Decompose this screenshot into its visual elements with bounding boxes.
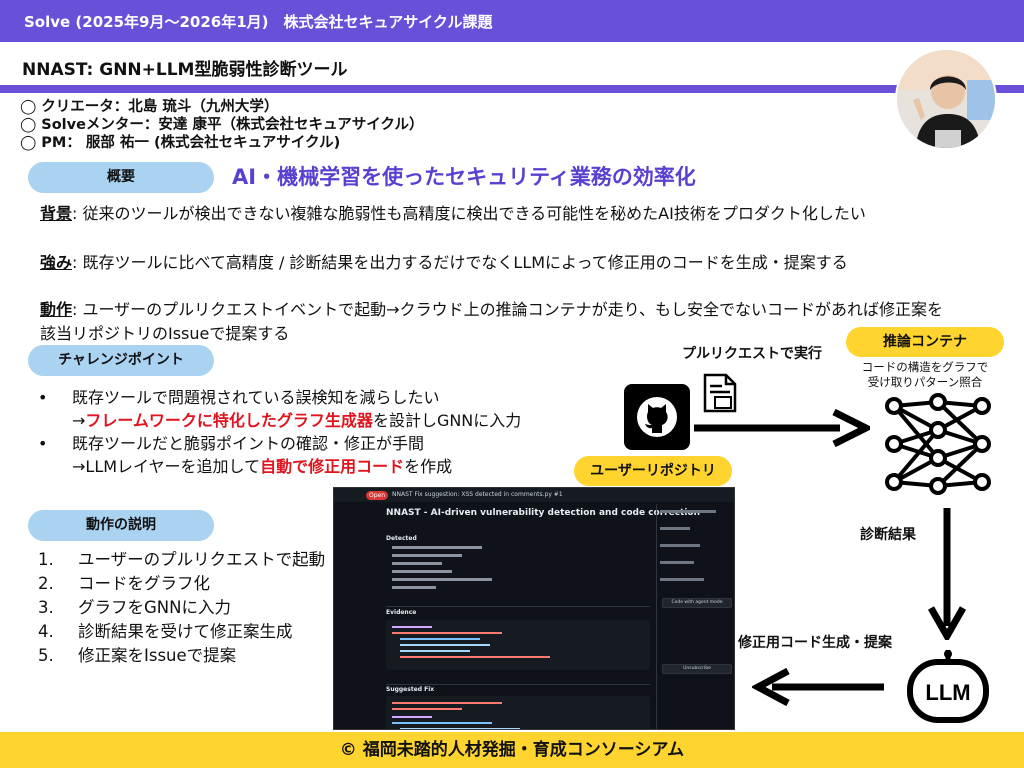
list-item: 4. 診断結果を受けて修正案生成 [38,620,325,644]
background-label: 背景 [40,204,73,223]
arrow-down [927,508,967,644]
list-item: →LLMレイヤーを追加して自動で修正用コードを作成 [38,455,521,478]
credit-creator: ◯ クリエータ：北島 琉斗（九州大学） [20,99,279,115]
program-title: Solve (2025年9月～2026年1月) 株式会社セキュアサイクル課題 [24,13,493,31]
issue-status-badge: Open [366,491,388,500]
action-text-1: : ユーザーのプルリクエストイベントで起動→クラウド上の推論コンテナが走り、もし… [72,300,943,319]
title-bar: NNAST: GNN+LLM型脆弱性診断ツール [0,45,1024,93]
credits: ◯ クリエータ：北島 琉斗（九州大学） ◯ Solveメンター：安達 康平（株式… [20,98,423,152]
pr-trigger-label: プルリクエストで実行 [682,346,822,362]
credit-pm: ◯ PM： 服部 祐一 (株式会社セキュアサイクル) [20,135,341,151]
step-4: 診断結果を受けて修正案生成 [78,622,293,641]
step-3: グラフをGNNに入力 [78,598,231,617]
suggested-fix-heading: Suggested Fix [386,686,435,693]
issue-title: NNAST Fix suggestion: XSS detected in co… [392,491,563,498]
challenge-highlight-2: 自動で修正用コード [260,457,405,476]
overview-headline: AI・機械学習を使ったセキュリティ業務の効率化 [232,165,696,189]
challenge-pill: チャレンジポイント [28,345,214,376]
issue-heading: NNAST - AI-driven vulnerability detectio… [386,508,701,518]
overview-pill-label: 概要 [107,169,135,185]
strength-label: 強み [40,253,73,272]
list-item: 5. 修正案をIssueで提案 [38,644,325,668]
footer: © 福岡未踏的人材発掘・育成コンソーシアム [0,732,1024,768]
arrow-right [694,408,874,452]
container-desc-2: 受け取りパターン照合 [867,375,983,389]
issue-header-bar: Open NNAST Fix suggestion: XSS detected … [334,488,734,502]
step-2: コードをグラフ化 [78,574,210,593]
challenge-bullet-1: 既存ツールで問題視されている誤検知を減らしたい [72,388,440,407]
llm-text: LLM [925,680,970,705]
evidence-code-block [386,620,650,670]
steps-pill-label: 動作の説明 [86,517,156,533]
list-item: • 既存ツールだと脆弱ポイントの確認・修正が手間 [38,434,425,453]
llm-icon: LLM [906,648,990,728]
steps-pill: 動作の説明 [28,510,214,541]
list-item: 1. ユーザーのプルリクエストで起動 [38,548,325,572]
footer-copyright: © 福岡未踏的人材発掘・育成コンソーシアム [339,740,685,760]
container-desc-1: コードの構造をグラフで [861,360,989,374]
challenge-tail-1: を設計しGNNに入力 [372,411,522,430]
inference-container-label: 推論コンテナ [846,327,1004,357]
creator-photo [895,48,997,150]
overview-pill: 概要 [28,162,214,193]
program-banner: Solve (2025年9月～2026年1月) 株式会社セキュアサイクル課題 [0,0,1024,42]
strength-paragraph: 強み: 既存ツールに比べて高精度 / 診断結果を出力するだけでなくLLMによって… [40,251,848,275]
background-text: : 従来のツールが検出できない複雑な脆弱性も高精度に検出できる可能性を秘めたAI… [72,204,866,223]
neural-network-icon [878,392,998,500]
step-1: ユーザーのプルリクエストで起動 [78,550,326,569]
steps-list: 1. ユーザーのプルリクエストで起動 2. コードをグラフ化 3. グラフをGNNに入… [38,548,325,668]
list-item: • 既存ツールで問題視されている誤検知を減らしたい [38,388,440,407]
action-label: 動作 [40,300,73,319]
issue-sidebar [660,510,730,595]
action-paragraph: 動作: ユーザーのプルリクエストイベントで起動→クラウド上の推論コンテナが走り、… [40,298,943,346]
challenge-highlight-1: フレームワークに特化したグラフ生成器 [85,411,373,430]
challenge-pill-label: チャレンジポイント [58,352,184,368]
issue-screenshot: Open NNAST Fix suggestion: XSS detected … [333,487,735,730]
project-title: NNAST: GNN+LLM型脆弱性診断ツール [22,60,348,80]
list-item: 2. コードをグラフ化 [38,572,325,596]
list-item: 3. グラフをGNNに入力 [38,596,325,620]
background-paragraph: 背景: 従来のツールが検出できない複雑な脆弱性も高精度に検出できる可能性を秘めた… [40,202,866,226]
agent-mode-button[interactable]: Code with agent mode [662,598,732,608]
detected-heading: Detected [386,535,417,542]
strength-text: : 既存ツールに比べて高精度 / 診断結果を出力するだけでなくLLMによって修正… [72,253,848,272]
user-repository-text: ユーザーリポジトリ [590,463,716,479]
github-icon [624,384,690,450]
list-item: →フレームワークに特化したグラフ生成器を設計しGNNに入力 [38,409,521,432]
challenge-tail-2: を作成 [404,457,453,476]
detected-details [392,546,502,590]
challenge-arrow-1: → [72,411,86,430]
step-5: 修正案をIssueで提案 [78,646,237,665]
challenge-list: • 既存ツールで問題視されている誤検知を減らしたい →フレームワークに特化したグラ… [38,386,521,478]
evidence-heading: Evidence [386,609,417,616]
fix-generation-label: 修正用コード生成・提案 [738,635,892,651]
container-description: コードの構造をグラフで 受け取りパターン照合 [846,360,1004,390]
challenge-bullet-2: 既存ツールだと脆弱ポイントの確認・修正が手間 [72,434,425,453]
suggested-code-block [386,696,650,729]
unsubscribe-button[interactable]: Unsubscribe [662,664,732,674]
credit-mentor: ◯ Solveメンター：安達 康平（株式会社セキュアサイクル） [20,117,424,133]
diagnosis-label: 診断結果 [860,527,916,543]
challenge-arrow-2: →LLMレイヤーを追加して [72,457,261,476]
inference-container-text: 推論コンテナ [883,334,967,350]
user-repository-label: ユーザーリポジトリ [574,456,732,486]
arrow-left [750,667,886,711]
